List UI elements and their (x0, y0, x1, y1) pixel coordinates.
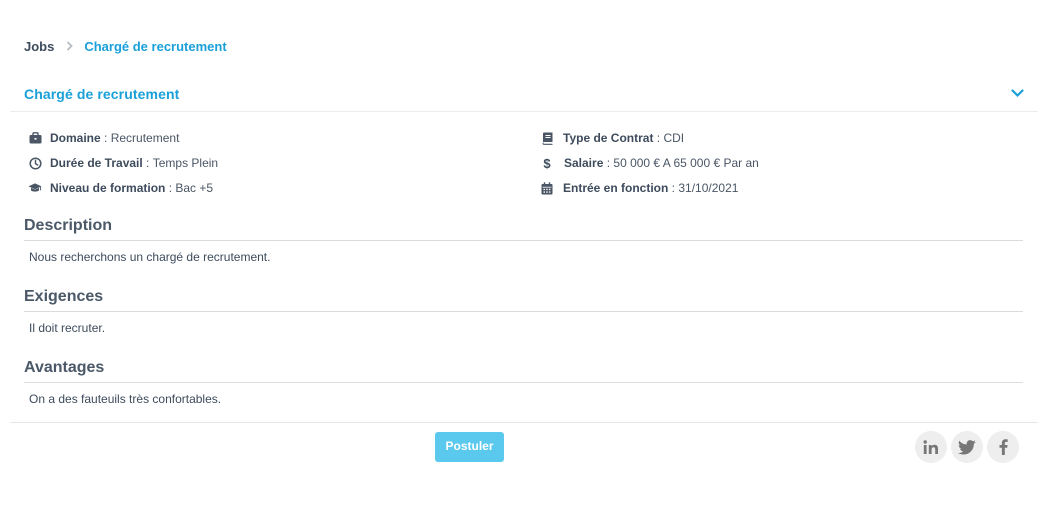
info-separator: : (603, 156, 614, 170)
info-entree-label: Entrée en fonction (563, 181, 669, 195)
calendar-icon (540, 181, 554, 195)
info-niveau: Niveau de formation : Bac +5 (28, 180, 213, 196)
linkedin-icon[interactable] (915, 431, 947, 463)
info-salaire: $ Salaire : 50 000 € A 65 000 € Par an (540, 155, 759, 171)
info-domaine-value: Recrutement (110, 131, 180, 145)
info-niveau-value: Bac +5 (175, 181, 214, 195)
section-exigences-body: Il doit recruter. (29, 321, 106, 335)
section-avantages-body: On a des fauteuils très confortables. (29, 392, 222, 406)
info-niveau-label: Niveau de formation (50, 181, 166, 195)
breadcrumb-current: Chargé de recrutement (84, 38, 227, 54)
info-separator: : (165, 181, 176, 195)
clock-icon (28, 156, 42, 170)
info-duree: Durée de Travail : Temps Plein (28, 155, 218, 171)
info-contrat-value: CDI (663, 131, 685, 145)
briefcase-icon (28, 131, 42, 145)
info-separator: : (653, 131, 664, 145)
section-description-body: Nous recherchons un chargé de recrutemen… (29, 250, 271, 264)
job-panel-header[interactable]: Chargé de recrutement (10, 76, 1038, 112)
footer-divider (10, 422, 1038, 423)
chevron-down-icon[interactable] (1010, 87, 1024, 101)
info-separator: : (142, 156, 153, 170)
job-title: Chargé de recrutement (24, 85, 180, 102)
info-domaine: Domaine : Recrutement (28, 130, 179, 146)
job-detail-page: Jobs Chargé de recrutement Chargé de rec… (0, 0, 1053, 513)
info-salaire-value: 50 000 € A 65 000 € Par an (613, 156, 759, 170)
info-separator: : (100, 131, 111, 145)
info-entree-value: 31/10/2021 (678, 181, 739, 195)
chevron-right-icon (66, 41, 74, 51)
info-duree-value: Temps Plein (152, 156, 219, 170)
apply-button[interactable]: Postuler (435, 432, 504, 462)
section-avantages-title: Avantages (24, 359, 1023, 383)
dollar-icon: $ (543, 155, 551, 171)
info-duree-label: Durée de Travail (50, 156, 143, 170)
breadcrumb-jobs-link[interactable]: Jobs (24, 39, 54, 54)
graduation-cap-icon (28, 181, 42, 195)
facebook-icon[interactable] (987, 431, 1019, 463)
info-domaine-label: Domaine (50, 131, 101, 145)
info-entree: Entrée en fonction : 31/10/2021 (540, 180, 738, 196)
info-salaire-label: Salaire (564, 156, 604, 170)
info-contrat-label: Type de Contrat (563, 131, 654, 145)
breadcrumb: Jobs Chargé de recrutement (24, 37, 227, 55)
info-separator: : (668, 181, 679, 195)
twitter-icon[interactable] (951, 431, 983, 463)
book-icon (540, 131, 554, 145)
section-exigences-title: Exigences (24, 288, 1023, 312)
section-description-title: Description (24, 217, 1023, 241)
info-contrat: Type de Contrat : CDI (540, 130, 684, 146)
